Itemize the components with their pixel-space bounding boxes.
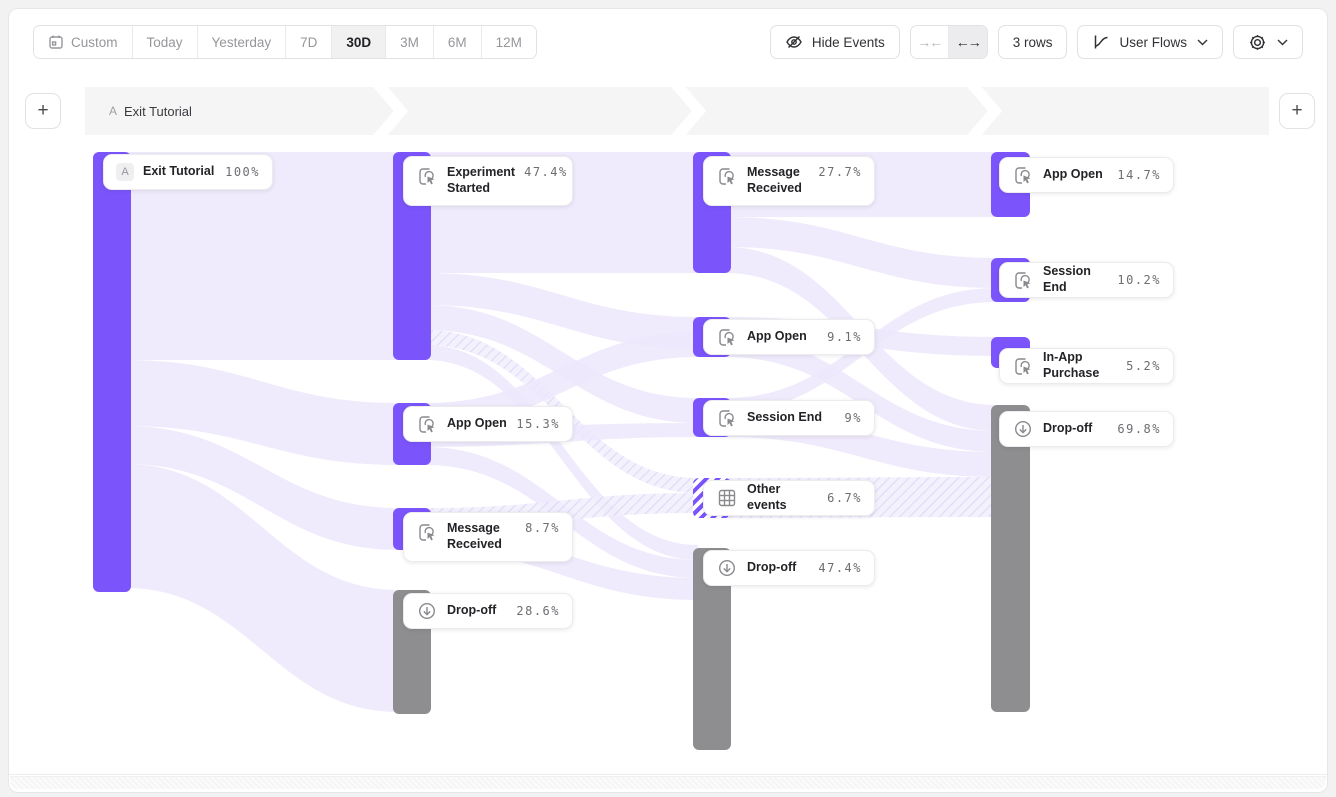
node-percentage: 15.3%: [516, 417, 560, 431]
node-percentage: 28.6%: [516, 604, 560, 618]
horizontal-scrollbar[interactable]: [10, 776, 1326, 789]
footer-divider: [9, 774, 1327, 775]
node-percentage: 27.7%: [818, 165, 862, 179]
dropoff-icon: [416, 600, 438, 622]
node-label: App Open: [747, 329, 818, 345]
event-icon: [416, 165, 438, 187]
node-percentage: 8.7%: [525, 521, 560, 535]
node-card-app-open[interactable]: App Open 14.7%: [999, 157, 1174, 193]
user-flows-sankey: A Exit Tutorial 100% Experiment Started …: [0, 0, 1336, 797]
event-icon: [416, 521, 438, 543]
node-label: Exit Tutorial: [143, 164, 216, 180]
node-label: Session End: [747, 410, 836, 426]
event-icon: [716, 407, 738, 429]
node-percentage: 100%: [225, 165, 260, 179]
node-card-experiment-started[interactable]: Experiment Started 47.4%: [403, 156, 573, 206]
node-label: Drop-off: [747, 560, 809, 576]
node-card-dropoff[interactable]: Drop-off 28.6%: [403, 593, 573, 629]
sankey-dropoff-bar[interactable]: [991, 405, 1030, 712]
node-card-session-end[interactable]: Session End 9%: [703, 400, 875, 436]
node-label: Drop-off: [1043, 421, 1108, 437]
node-percentage: 9.1%: [827, 330, 862, 344]
flow-ribbons: [0, 0, 1336, 797]
node-label: Session End: [1043, 264, 1108, 295]
node-card-dropoff[interactable]: Drop-off 47.4%: [703, 550, 875, 586]
node-label: App Open: [447, 416, 507, 432]
node-percentage: 10.2%: [1117, 273, 1161, 287]
node-label: Other events: [747, 482, 818, 513]
node-label: Experiment Started: [447, 165, 515, 196]
node-card-message-received[interactable]: Message Received 27.7%: [703, 156, 875, 206]
node-percentage: 6.7%: [827, 491, 862, 505]
dropoff-icon: [716, 557, 738, 579]
node-percentage: 47.4%: [524, 165, 568, 179]
event-icon: [1012, 355, 1034, 377]
node-percentage: 69.8%: [1117, 422, 1161, 436]
node-card-session-end[interactable]: Session End 10.2%: [999, 262, 1174, 298]
node-card-app-open[interactable]: App Open 9.1%: [703, 319, 875, 355]
grid-icon: [716, 487, 738, 509]
node-label: Message Received: [447, 521, 516, 552]
dropoff-icon: [1012, 418, 1034, 440]
node-label: Message Received: [747, 165, 809, 196]
node-label: In-App Purchase: [1043, 350, 1117, 381]
node-percentage: 14.7%: [1117, 168, 1161, 182]
node-card-message-received[interactable]: Message Received 8.7%: [403, 512, 573, 562]
event-icon: [416, 413, 438, 435]
event-icon: [1012, 164, 1034, 186]
node-card-dropoff[interactable]: Drop-off 69.8%: [999, 411, 1174, 447]
node-card-in-app-purchase[interactable]: In-App Purchase 5.2%: [999, 348, 1174, 384]
event-badge: A: [116, 163, 134, 181]
sankey-node-bar[interactable]: [93, 152, 131, 592]
node-card-app-open[interactable]: App Open 15.3%: [403, 406, 573, 442]
node-percentage: 9%: [845, 411, 862, 425]
event-icon: [716, 326, 738, 348]
node-percentage: 5.2%: [1126, 359, 1161, 373]
event-icon: [1012, 269, 1034, 291]
node-card-other-events[interactable]: Other events 6.7%: [703, 480, 875, 516]
node-percentage: 47.4%: [818, 561, 862, 575]
node-label: Drop-off: [447, 603, 507, 619]
event-icon: [716, 165, 738, 187]
node-label: App Open: [1043, 167, 1108, 183]
node-card-exit-tutorial[interactable]: A Exit Tutorial 100%: [103, 154, 273, 190]
